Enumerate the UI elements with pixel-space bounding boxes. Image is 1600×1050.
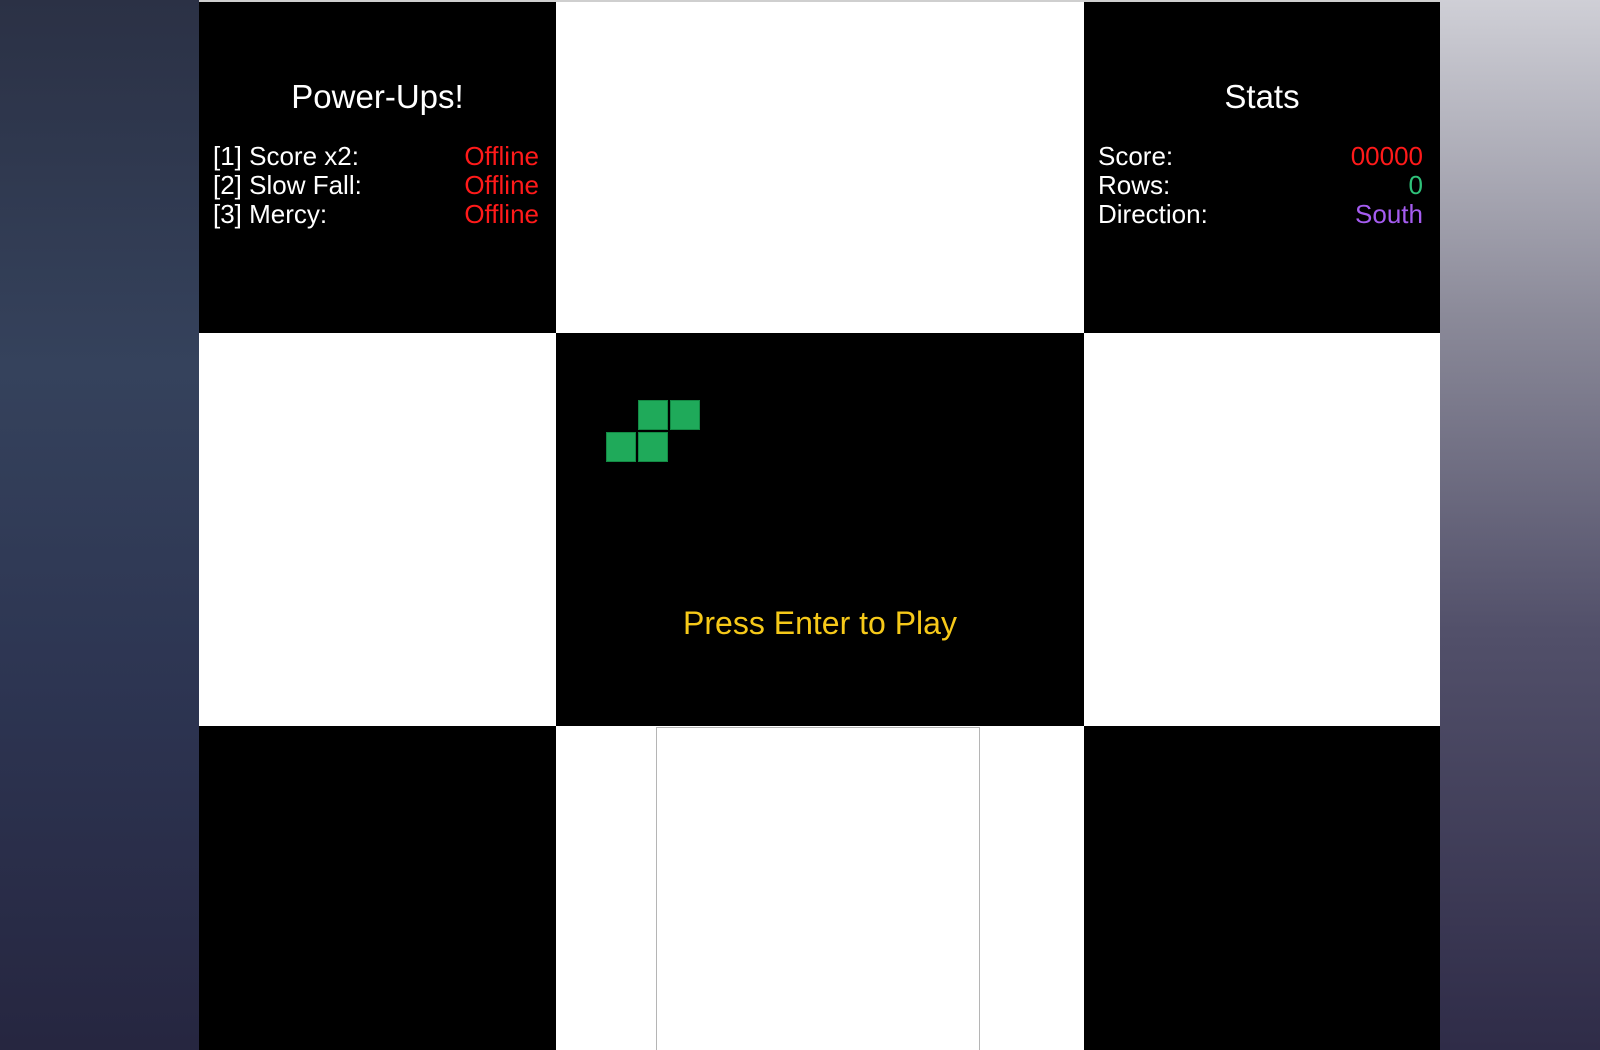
- board-cell-top-center: [556, 2, 1084, 333]
- board-cell-middle-left: [199, 333, 556, 726]
- stat-label: Score:: [1098, 141, 1174, 171]
- press-enter-prompt: Press Enter to Play: [683, 605, 957, 641]
- stats-list: Score: 00000 Rows: 0 Direction: South: [1098, 142, 1423, 229]
- background-right: [1440, 0, 1600, 1050]
- board-cell-bottom-right: [1084, 726, 1440, 1050]
- powerups-title: Power-Ups!: [291, 78, 464, 115]
- tetromino-block: [638, 400, 668, 430]
- powerup-status: Offline: [464, 141, 539, 171]
- powerup-item-slow-fall[interactable]: [2] Slow Fall: Offline: [213, 171, 539, 200]
- powerup-item-score-x2[interactable]: [1] Score x2: Offline: [213, 142, 539, 171]
- stat-score: Score: 00000: [1098, 142, 1423, 171]
- powerups-panel: Power-Ups! [1] Score x2: Offline [2] Slo…: [199, 2, 556, 333]
- board-cell-bottom-left: [199, 726, 556, 1050]
- board-cell-middle-right: [1084, 333, 1440, 726]
- play-field[interactable]: Press Enter to Play: [556, 333, 1084, 726]
- stat-label: Rows:: [1098, 170, 1171, 200]
- powerups-list: [1] Score x2: Offline [2] Slow Fall: Off…: [213, 142, 539, 229]
- powerup-status: Offline: [464, 199, 539, 229]
- tetromino-block: [638, 432, 668, 462]
- tetromino-block: [606, 432, 636, 462]
- powerup-label: [3] Mercy:: [213, 199, 328, 229]
- game-board: Power-Ups! [1] Score x2: Offline [2] Slo…: [199, 0, 1440, 1050]
- direction-value: South: [1355, 199, 1423, 229]
- powerup-label: [2] Slow Fall:: [213, 170, 362, 200]
- powerup-label: [1] Score x2:: [213, 141, 359, 171]
- stat-direction: Direction: South: [1098, 200, 1423, 229]
- stats-title: Stats: [1224, 78, 1300, 115]
- score-value: 00000: [1350, 141, 1423, 171]
- stat-rows: Rows: 0: [1098, 171, 1423, 200]
- stat-label: Direction:: [1098, 199, 1208, 229]
- powerup-item-mercy[interactable]: [3] Mercy: Offline: [213, 200, 539, 229]
- tetromino-block: [670, 400, 700, 430]
- stats-panel: Stats Score: 00000 Rows: 0 Direction: So…: [1084, 2, 1440, 333]
- rows-value: 0: [1408, 170, 1423, 200]
- background-left: [0, 0, 200, 1050]
- powerup-status: Offline: [464, 170, 539, 200]
- next-piece-box: [656, 727, 980, 1050]
